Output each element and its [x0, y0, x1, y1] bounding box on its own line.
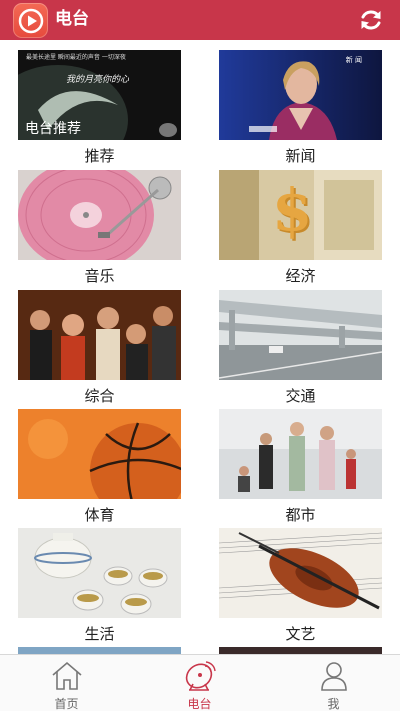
- traffic-thumbnail: [219, 290, 382, 380]
- thumb-caption: 电台推荐: [25, 121, 81, 137]
- economy-thumbnail: $ $: [219, 170, 382, 260]
- thumb-lyric-text: 我的月亮你的心: [66, 75, 130, 85]
- category-tile-general[interactable]: 综合: [18, 290, 181, 406]
- category-grid: 最美长途里 瞬间最近的声音 一切深夜 我的月亮你的心 电台推荐 推荐 新 闻 新…: [0, 40, 400, 654]
- general-thumbnail: [18, 290, 181, 380]
- category-tile-news[interactable]: 新 闻 新闻: [219, 50, 382, 166]
- tile-label: 文艺: [285, 625, 316, 643]
- home-icon: [51, 661, 82, 690]
- news-badge: 新 闻: [345, 56, 362, 64]
- music-thumbnail: [18, 170, 181, 260]
- person-icon: [320, 662, 347, 691]
- category-tile-life[interactable]: 生活: [18, 528, 181, 644]
- next-row-thumbnail: [18, 647, 181, 654]
- tile-label: 新闻: [285, 147, 316, 165]
- refresh-icon[interactable]: [358, 7, 384, 33]
- tile-label: 生活: [84, 625, 115, 643]
- recommend-thumbnail: 最美长途里 瞬间最近的声音 一切深夜 我的月亮你的心 电台推荐: [18, 50, 181, 140]
- tab-label: 电台: [187, 697, 212, 711]
- arts-thumbnail: [219, 528, 382, 618]
- category-tile-economy[interactable]: $ $ 经济: [219, 170, 382, 286]
- bottom-tab-bar: 首页 电台 我: [0, 654, 400, 711]
- category-tile-arts[interactable]: 文艺: [219, 528, 382, 644]
- tab-me[interactable]: 我: [267, 655, 400, 712]
- tab-label: 我: [327, 697, 340, 711]
- category-tile-recommend[interactable]: 最美长途里 瞬间最近的声音 一切深夜 我的月亮你的心 电台推荐 推荐: [18, 50, 181, 166]
- tile-label: 经济: [285, 267, 316, 285]
- svg-text:$: $: [272, 176, 312, 244]
- tile-label: 都市: [285, 506, 316, 524]
- life-thumbnail: [18, 528, 181, 618]
- city-thumbnail: [219, 409, 382, 499]
- sports-thumbnail: [18, 409, 181, 499]
- category-tile-sports[interactable]: 体育: [18, 409, 181, 525]
- tile-label: 推荐: [84, 147, 115, 165]
- tile-label: 体育: [84, 506, 115, 524]
- next-row-thumbnail: [219, 647, 382, 654]
- category-tile-traffic[interactable]: 交通: [219, 290, 382, 406]
- category-tile-music[interactable]: 音乐: [18, 170, 181, 286]
- tile-label: 综合: [84, 387, 115, 405]
- tile-label: 交通: [285, 387, 316, 405]
- thumb-small-text: 最美长途里 瞬间最近的声音 一切深夜: [26, 54, 126, 61]
- category-tile-city[interactable]: 都市: [219, 409, 382, 525]
- page-title: 电台: [55, 9, 89, 29]
- app-header: 电台: [0, 0, 400, 40]
- tile-label: 音乐: [84, 267, 115, 285]
- radio-dish-icon: [185, 661, 216, 691]
- news-thumbnail: 新 闻: [219, 50, 382, 140]
- tab-radio[interactable]: 电台: [133, 655, 266, 712]
- app-logo-play-icon[interactable]: [13, 3, 48, 38]
- tab-label: 首页: [54, 697, 79, 711]
- tab-home[interactable]: 首页: [0, 655, 133, 712]
